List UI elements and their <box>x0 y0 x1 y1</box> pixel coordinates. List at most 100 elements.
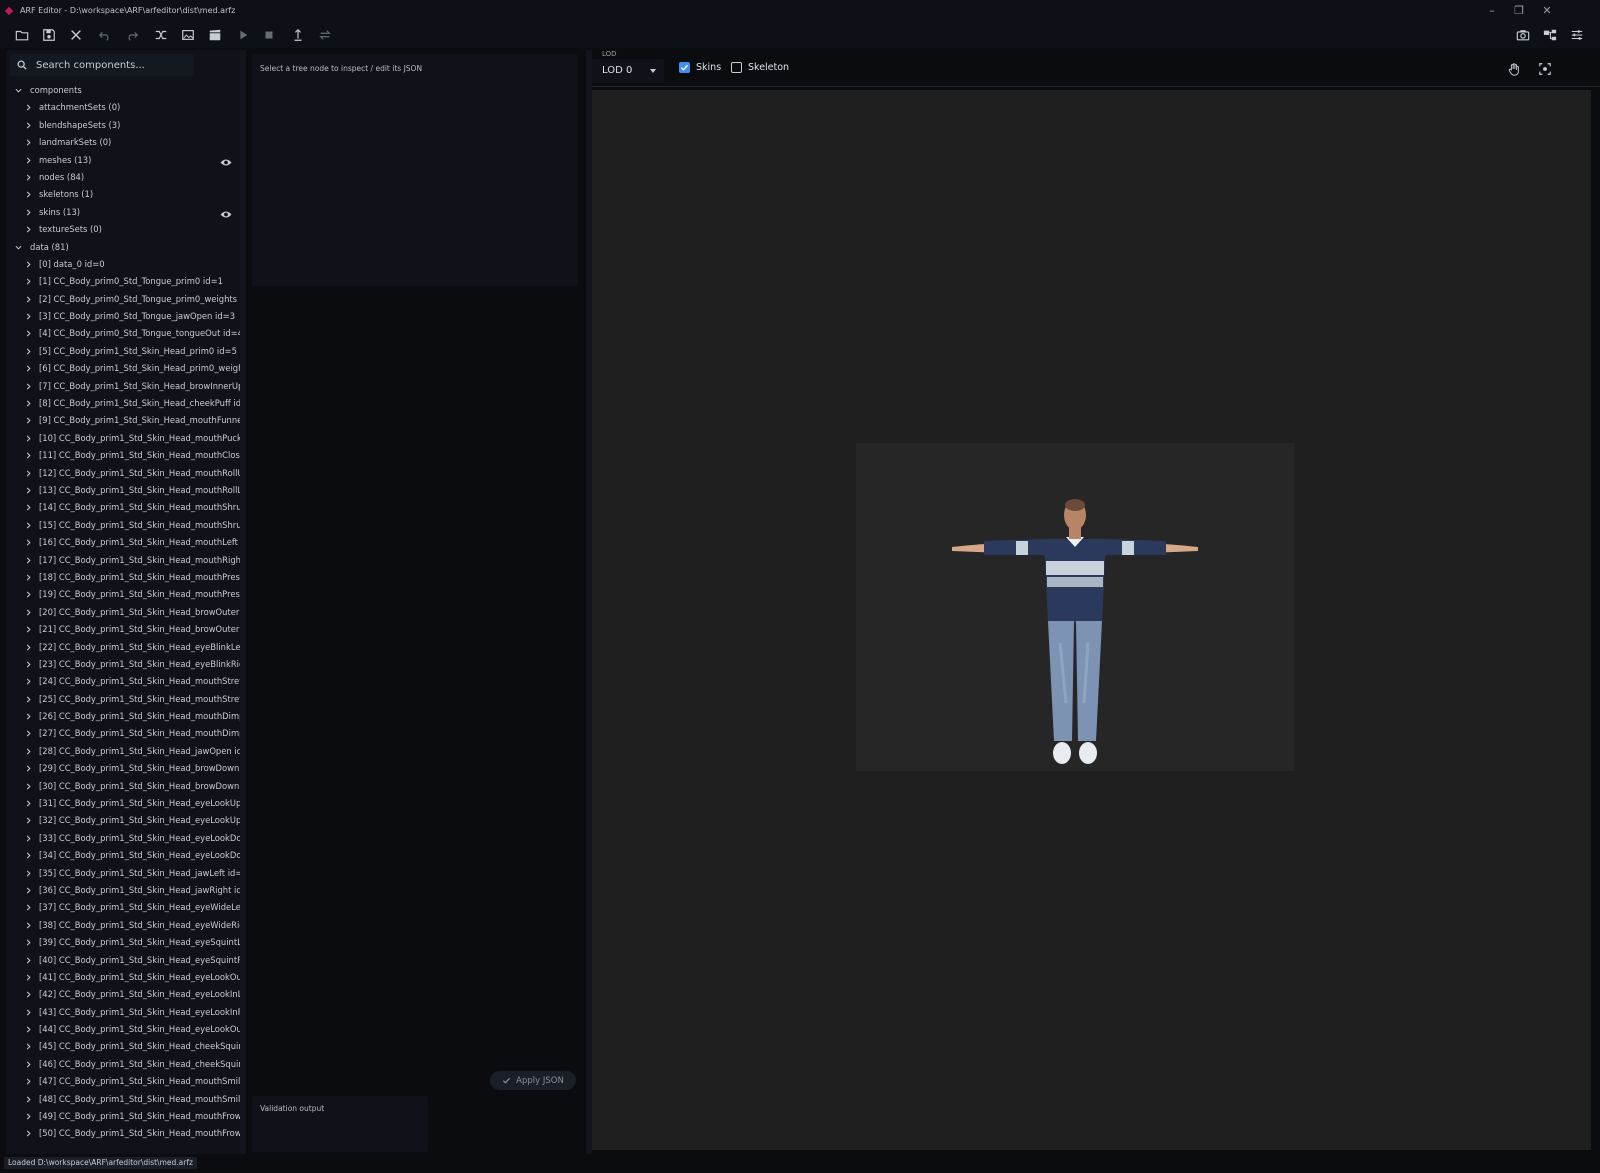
chevron-right-icon[interactable] <box>24 273 34 290</box>
tree-item-data-entry[interactable]: [43] CC_Body_prim1_Std_Skin_Head_eyeLook… <box>6 1004 240 1021</box>
tree-item-data-entry[interactable]: [17] CC_Body_prim1_Std_Skin_Head_mouthRi… <box>6 552 240 569</box>
tree-item-data-entry[interactable]: [11] CC_Body_prim1_Std_Skin_Head_mouthCl… <box>6 447 240 464</box>
play-icon[interactable] <box>232 26 254 44</box>
chevron-right-icon[interactable] <box>24 1056 34 1073</box>
chevron-right-icon[interactable] <box>24 847 34 864</box>
chevron-right-icon[interactable] <box>24 343 34 360</box>
skeleton-checkbox[interactable]: Skeleton <box>731 62 789 73</box>
tree-item-data-entry[interactable]: [14] CC_Body_prim1_Std_Skin_Head_mouthSh… <box>6 499 240 516</box>
chevron-right-icon[interactable] <box>24 204 34 221</box>
tree-item-data-entry[interactable]: [10] CC_Body_prim1_Std_Skin_Head_mouthPu… <box>6 430 240 447</box>
chevron-right-icon[interactable] <box>24 395 34 412</box>
tree-item-data-entry[interactable]: [12] CC_Body_prim1_Std_Skin_Head_mouthRo… <box>6 465 240 482</box>
chevron-right-icon[interactable] <box>24 447 34 464</box>
fit-view-icon[interactable] <box>1536 60 1554 78</box>
close-window-icon[interactable]: ✕ <box>1535 3 1559 19</box>
chevron-right-icon[interactable] <box>24 934 34 951</box>
json-editor[interactable]: Select a tree node to inspect / edit its… <box>252 54 578 286</box>
eye-icon[interactable] <box>220 208 232 218</box>
tree-item-data-entry[interactable]: [22] CC_Body_prim1_Std_Skin_Head_eyeBlin… <box>6 639 240 656</box>
chevron-right-icon[interactable] <box>24 899 34 916</box>
search-input[interactable] <box>36 56 186 74</box>
tree-item-component[interactable]: attachmentSets (0) <box>6 99 240 116</box>
chevron-right-icon[interactable] <box>24 778 34 795</box>
chevron-right-icon[interactable] <box>24 1108 34 1125</box>
chevron-right-icon[interactable] <box>24 569 34 586</box>
chevron-right-icon[interactable] <box>24 1125 34 1142</box>
chevron-right-icon[interactable] <box>24 708 34 725</box>
chevron-right-icon[interactable] <box>24 517 34 534</box>
image-folder-icon[interactable] <box>177 26 199 44</box>
chevron-right-icon[interactable] <box>24 952 34 969</box>
tree-item-data-entry[interactable]: [27] CC_Body_prim1_Std_Skin_Head_mouthDi… <box>6 725 240 742</box>
tree-item-data-entry[interactable]: [2] CC_Body_prim0_Std_Tongue_prim0_weigh… <box>6 291 240 308</box>
tree-item-data-entry[interactable]: [28] CC_Body_prim1_Std_Skin_Head_jawOpen… <box>6 743 240 760</box>
chevron-right-icon[interactable] <box>24 969 34 986</box>
chevron-right-icon[interactable] <box>24 412 34 429</box>
shuffle-icon[interactable] <box>150 26 172 44</box>
tree-item-data-entry[interactable]: [39] CC_Body_prim1_Std_Skin_Head_eyeSqui… <box>6 934 240 951</box>
apply-json-button[interactable]: Apply JSON <box>490 1071 576 1090</box>
open-folder-icon[interactable] <box>11 26 33 44</box>
chevron-right-icon[interactable] <box>24 691 34 708</box>
chevron-right-icon[interactable] <box>24 986 34 1003</box>
tree-item-data-entry[interactable]: [47] CC_Body_prim1_Std_Skin_Head_mouthSm… <box>6 1073 240 1090</box>
skins-checkbox[interactable]: Skins <box>679 62 721 73</box>
chevron-right-icon[interactable] <box>24 430 34 447</box>
camera-icon[interactable] <box>1512 26 1534 44</box>
tree-item-data-entry[interactable]: [21] CC_Body_prim1_Std_Skin_Head_browOut… <box>6 621 240 638</box>
tree-item-data-entry[interactable]: [30] CC_Body_prim1_Std_Skin_Head_browDow… <box>6 778 240 795</box>
tree-item-data-entry[interactable]: [32] CC_Body_prim1_Std_Skin_Head_eyeLook… <box>6 812 240 829</box>
chevron-right-icon[interactable] <box>24 725 34 742</box>
tree-item-data-entry[interactable]: [46] CC_Body_prim1_Std_Skin_Head_cheekSq… <box>6 1056 240 1073</box>
chevron-right-icon[interactable] <box>24 499 34 516</box>
tree-item-data-entry[interactable]: [31] CC_Body_prim1_Std_Skin_Head_eyeLook… <box>6 795 240 812</box>
tree-item-data-entry[interactable]: [26] CC_Body_prim1_Std_Skin_Head_mouthDi… <box>6 708 240 725</box>
chevron-right-icon[interactable] <box>24 99 34 116</box>
chevron-right-icon[interactable] <box>24 1021 34 1038</box>
chevron-right-icon[interactable] <box>24 552 34 569</box>
chevron-right-icon[interactable] <box>24 482 34 499</box>
tree-item-data-entry[interactable]: [20] CC_Body_prim1_Std_Skin_Head_browOut… <box>6 604 240 621</box>
tree-item-data-entry[interactable]: [45] CC_Body_prim1_Std_Skin_Head_cheekSq… <box>6 1038 240 1055</box>
pan-hand-icon[interactable] <box>1505 60 1523 78</box>
tree-item-data-entry[interactable]: [44] CC_Body_prim1_Std_Skin_Head_eyeLook… <box>6 1021 240 1038</box>
chevron-right-icon[interactable] <box>24 743 34 760</box>
chevron-right-icon[interactable] <box>24 134 34 151</box>
tree-item-data-entry[interactable]: [33] CC_Body_prim1_Std_Skin_Head_eyeLook… <box>6 830 240 847</box>
chevron-right-icon[interactable] <box>24 256 34 273</box>
tree-item-data-entry[interactable]: [19] CC_Body_prim1_Std_Skin_Head_mouthPr… <box>6 586 240 603</box>
tree-item-component[interactable]: meshes (13) <box>6 152 240 169</box>
chevron-right-icon[interactable] <box>24 621 34 638</box>
chevron-right-icon[interactable] <box>24 117 34 134</box>
tree-item-data-entry[interactable]: [23] CC_Body_prim1_Std_Skin_Head_eyeBlin… <box>6 656 240 673</box>
eye-icon[interactable] <box>220 156 232 166</box>
chevron-down-icon[interactable] <box>14 82 24 99</box>
tree-item-data-entry[interactable]: [49] CC_Body_prim1_Std_Skin_Head_mouthFr… <box>6 1108 240 1125</box>
tree-item-data-entry[interactable]: [0] data_0 id=0 <box>6 256 240 273</box>
tree-item-data-entry[interactable]: [6] CC_Body_prim1_Std_Skin_Head_prim0_we… <box>6 360 240 377</box>
export-icon[interactable] <box>287 26 309 44</box>
tree-item-data-entry[interactable]: [4] CC_Body_prim0_Std_Tongue_tongueOut i… <box>6 325 240 342</box>
chevron-right-icon[interactable] <box>24 186 34 203</box>
tree-item-component[interactable]: skins (13) <box>6 204 240 221</box>
chevron-right-icon[interactable] <box>24 1091 34 1108</box>
tree-item-data-entry[interactable]: [35] CC_Body_prim1_Std_Skin_Head_jawLeft… <box>6 865 240 882</box>
tree-item-data-entry[interactable]: [36] CC_Body_prim1_Std_Skin_Head_jawRigh… <box>6 882 240 899</box>
chevron-right-icon[interactable] <box>24 656 34 673</box>
chevron-right-icon[interactable] <box>24 917 34 934</box>
clapper-icon[interactable] <box>204 26 226 44</box>
undo-icon[interactable] <box>94 26 116 44</box>
tree-item-component[interactable]: blendshapeSets (3) <box>6 117 240 134</box>
tree-item-data-entry[interactable]: [25] CC_Body_prim1_Std_Skin_Head_mouthSt… <box>6 691 240 708</box>
tree-item-data-entry[interactable]: [37] CC_Body_prim1_Std_Skin_Head_eyeWide… <box>6 899 240 916</box>
tree-item-data-entry[interactable]: [5] CC_Body_prim1_Std_Skin_Head_prim0 id… <box>6 343 240 360</box>
tree-item-data-entry[interactable]: [16] CC_Body_prim1_Std_Skin_Head_mouthLe… <box>6 534 240 551</box>
chevron-right-icon[interactable] <box>24 152 34 169</box>
chevron-right-icon[interactable] <box>24 639 34 656</box>
lod-select[interactable]: LOD 0 <box>592 59 664 83</box>
minimize-icon[interactable]: – <box>1480 3 1504 19</box>
tree-item-data-entry[interactable]: [50] CC_Body_prim1_Std_Skin_Head_mouthFr… <box>6 1125 240 1142</box>
tree-item-data-entry[interactable]: [29] CC_Body_prim1_Std_Skin_Head_browDow… <box>6 760 240 777</box>
chevron-right-icon[interactable] <box>24 308 34 325</box>
